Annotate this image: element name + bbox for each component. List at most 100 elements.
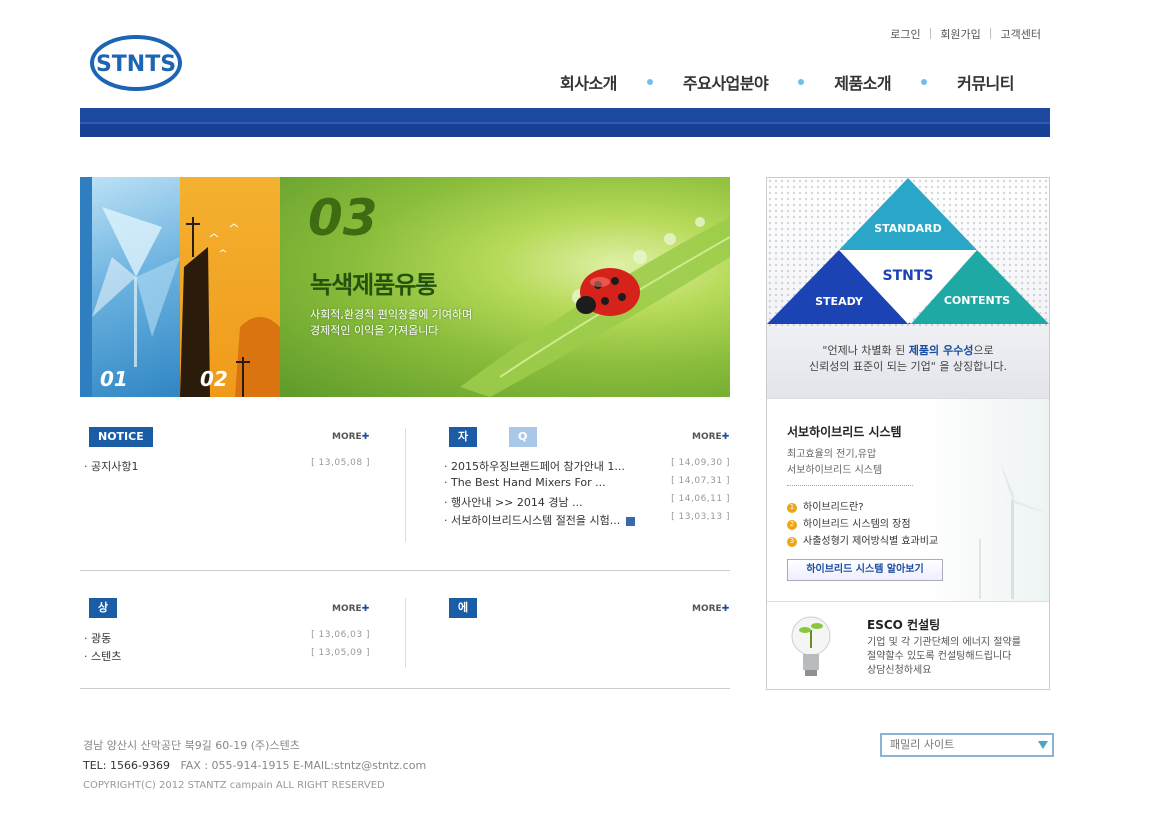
save-disk-icon [626, 516, 636, 526]
vision-triangles: STANDARD STNTS STEADY CONTENTS [767, 178, 1049, 324]
hybrid-link-label: 하이브리드란? [803, 502, 864, 513]
hybrid-link-label: 하이브리드 시스템의 장점 [803, 519, 911, 530]
hybrid-title: 서보하이브리드 시스템 [787, 425, 902, 439]
consult-more-link[interactable]: MORE✚ [332, 604, 369, 614]
top-utility-links: 로그인 | 회원가입 | 고객센터 [890, 26, 1041, 42]
hybrid-subtitle: 최고효율의 전기,유압 서보하이브리드 시스템 [787, 447, 882, 479]
row-date: [ 13,05,09 ] [311, 648, 370, 658]
consult-row[interactable]: · 스텐츠 [ 13,05,09 ] [84, 648, 370, 664]
nav-business[interactable]: 주요사업분야 [683, 70, 769, 94]
tab-data-room[interactable]: 자료실 [449, 427, 478, 483]
banner-tab-02-label: 02 [200, 367, 228, 391]
quote-post: 으로 [973, 344, 994, 357]
hybrid-system-box: 서보하이브리드 시스템 최고효율의 전기,유압 서보하이브리드 시스템 1 하이브… [767, 398, 1049, 601]
footer-address: 경남 양산시 산막공단 북9길 60-19 (주)스텐츠 [83, 739, 300, 752]
hybrid-sub-line2: 서보하이브리드 시스템 [787, 465, 883, 476]
number-1-icon: 1 [787, 502, 797, 513]
nav-dot [921, 79, 928, 85]
quote-bold: 제품의 우수성 [908, 344, 974, 357]
number-2-icon: 2 [787, 519, 797, 530]
customer-center-link[interactable]: 고객센터 [1001, 26, 1041, 42]
row-title: · 2015하우징브랜드페어 참가안내 1... [444, 460, 625, 473]
footer-tel: TEL: 1566-9369 [83, 759, 170, 772]
row-title: · 행사안내 >> 2014 경남 ... [444, 496, 583, 509]
row-title: · 스텐츠 [84, 650, 122, 663]
nav-company[interactable]: 회사소개 [560, 70, 617, 94]
plus-icon: ✚ [361, 432, 370, 442]
nav-community[interactable]: 커뮤니티 [957, 70, 1014, 94]
nav-dot [798, 79, 805, 85]
data-room-row[interactable]: · 서보하이브리드시스템 절전을 시험... [ 13,03,13 ] [444, 512, 730, 528]
banner-desc-line2: 경제적인 이익을 가져옵니다 [310, 324, 439, 337]
esco-consulting-box[interactable]: ESCO 컨설팅 기업 및 각 기관단체의 에너지 절약를 절약할수 있도록 컨… [767, 601, 1049, 689]
dropdown-arrow-icon [1038, 741, 1048, 749]
row-date: [ 14,06,11 ] [671, 494, 730, 504]
section-divider [80, 570, 730, 571]
login-link[interactable]: 로그인 [890, 26, 920, 42]
hybrid-link-2[interactable]: 2 하이브리드 시스템의 장점 [787, 516, 938, 533]
data-room-more-link[interactable]: MORE✚ [692, 432, 729, 442]
notice-row[interactable]: · 공지사항1 [ 13,05,08 ] [84, 458, 370, 474]
family-site-label: 패밀리 사이트 [890, 738, 955, 751]
signup-link[interactable]: 회원가입 [940, 26, 980, 42]
right-promo-panel: STANDARD STNTS STEADY CONTENTS "언제나 차별화 … [766, 177, 1050, 690]
banner-title: 녹색제품유통 [310, 271, 437, 299]
consult-row[interactable]: · 광동 [ 13,06,03 ] [84, 630, 370, 646]
esco-desc-line1: 기업 및 각 기관단체의 에너지 절약를 [867, 637, 1021, 648]
header-blue-bar [80, 108, 1050, 137]
data-room-row[interactable]: · The Best Hand Mixers For ... [ 14,07,3… [444, 476, 730, 489]
vision-banner[interactable]: STANDARD STNTS STEADY CONTENTS "언제나 차별화 … [767, 178, 1049, 398]
energy-title[interactable]: 에너지관리공단 공지사항 [449, 598, 478, 814]
main-banner: 01 02 03 녹색제품유통 사회적,환경적 편익창출에 기여하며 경제적인 … [80, 177, 730, 397]
more-label: MORE [332, 432, 362, 442]
data-room-row[interactable]: · 행사안내 >> 2014 경남 ... [ 14,06,11 ] [444, 494, 730, 510]
row-date: [ 14,09,30 ] [671, 458, 730, 468]
footer: 경남 양산시 산막공단 북9길 60-19 (주)스텐츠 TEL: 1566-9… [83, 736, 426, 796]
esco-desc-line2: 절약할수 있도록 컨설팅해드립니다 [867, 651, 1012, 662]
triangle-standard-label: STANDARD [874, 222, 942, 235]
row-title: · 서보하이브리드시스템 절전을 시험... [444, 514, 621, 527]
energy-more-link[interactable]: MORE✚ [692, 604, 729, 614]
banner-tab-01[interactable]: 01 [80, 177, 180, 397]
hybrid-link-label: 사출성형기 제어방식별 효과비교 [803, 536, 939, 547]
banner-slide-03[interactable]: 03 녹색제품유통 사회적,환경적 편익창출에 기여하며 경제적인 이익을 가져… [280, 177, 730, 397]
pinwheel-graphic [92, 207, 180, 367]
data-room-row[interactable]: · 2015하우징브랜드페어 참가안내 1... [ 14,09,30 ] [444, 458, 730, 474]
plus-icon: ✚ [721, 432, 730, 442]
banner-tab-02[interactable]: 02 [180, 177, 280, 397]
banner-description: 사회적,환경적 편익창출에 기여하며 경제적인 이익을 가져옵니다 [310, 307, 472, 339]
notice-title[interactable]: NOTICE [89, 427, 153, 447]
vision-quote: "언제나 차별화 된 제품의 우수성으로 신뢰성의 표준이 되는 기업" 을 상… [767, 343, 1049, 375]
leaf-ladybug-graphic [460, 217, 730, 397]
footer-fax-email: FAX : 055-914-1915 E-MAIL:stntz@stntz.co… [180, 759, 427, 772]
family-site-select[interactable]: 패밀리 사이트 [880, 733, 1054, 757]
esco-description: 기업 및 각 기관단체의 에너지 절약를 절약할수 있도록 컨설팅해드립니다 상… [867, 636, 1021, 678]
hybrid-link-1[interactable]: 1 하이브리드란? [787, 499, 938, 516]
hybrid-link-3[interactable]: 3 사출성형기 제어방식별 효과비교 [787, 533, 938, 550]
row-date: [ 13,03,13 ] [671, 512, 730, 522]
row-title: · 광동 [84, 632, 112, 645]
tab-qna[interactable]: Q & A [509, 427, 537, 483]
plus-icon: ✚ [361, 604, 370, 614]
hybrid-link-list: 1 하이브리드란? 2 하이브리드 시스템의 장점 3 사출성형기 제어방식별 효과비… [787, 499, 938, 550]
hybrid-learn-more-button[interactable]: 하이브리드 시스템 알아보기 [787, 559, 943, 581]
lightbulb-sprout-icon [791, 616, 831, 676]
triangle-steady-label: STEADY [815, 295, 864, 308]
more-label: MORE [692, 432, 722, 442]
triangle-stnts-label: STNTS [883, 268, 934, 284]
banner-desc-line1: 사회적,환경적 편익창출에 기여하며 [310, 308, 473, 321]
nav-products[interactable]: 제품소개 [834, 70, 891, 94]
quote-pre: "언제나 차별화 된 [822, 344, 909, 357]
main-navigation: 회사소개 주요사업분야 제품소개 커뮤니티 [560, 70, 1014, 94]
board-divider [405, 428, 406, 542]
link-divider: | [988, 26, 993, 39]
consult-title[interactable]: 상담내역 [89, 598, 118, 674]
banner-number: 03 [308, 189, 378, 247]
footer-copyright: COPYRIGHT(C) 2012 STANTZ campain ALL RIG… [83, 780, 385, 791]
esco-title: ESCO 컨설팅 [867, 618, 941, 632]
logo-text: STNTS [96, 52, 176, 77]
row-date: [ 14,07,31 ] [671, 476, 730, 486]
notice-more-link[interactable]: MORE✚ [332, 432, 369, 442]
row-date: [ 13,05,08 ] [311, 458, 370, 468]
stnts-logo[interactable]: STNTS [90, 34, 182, 92]
